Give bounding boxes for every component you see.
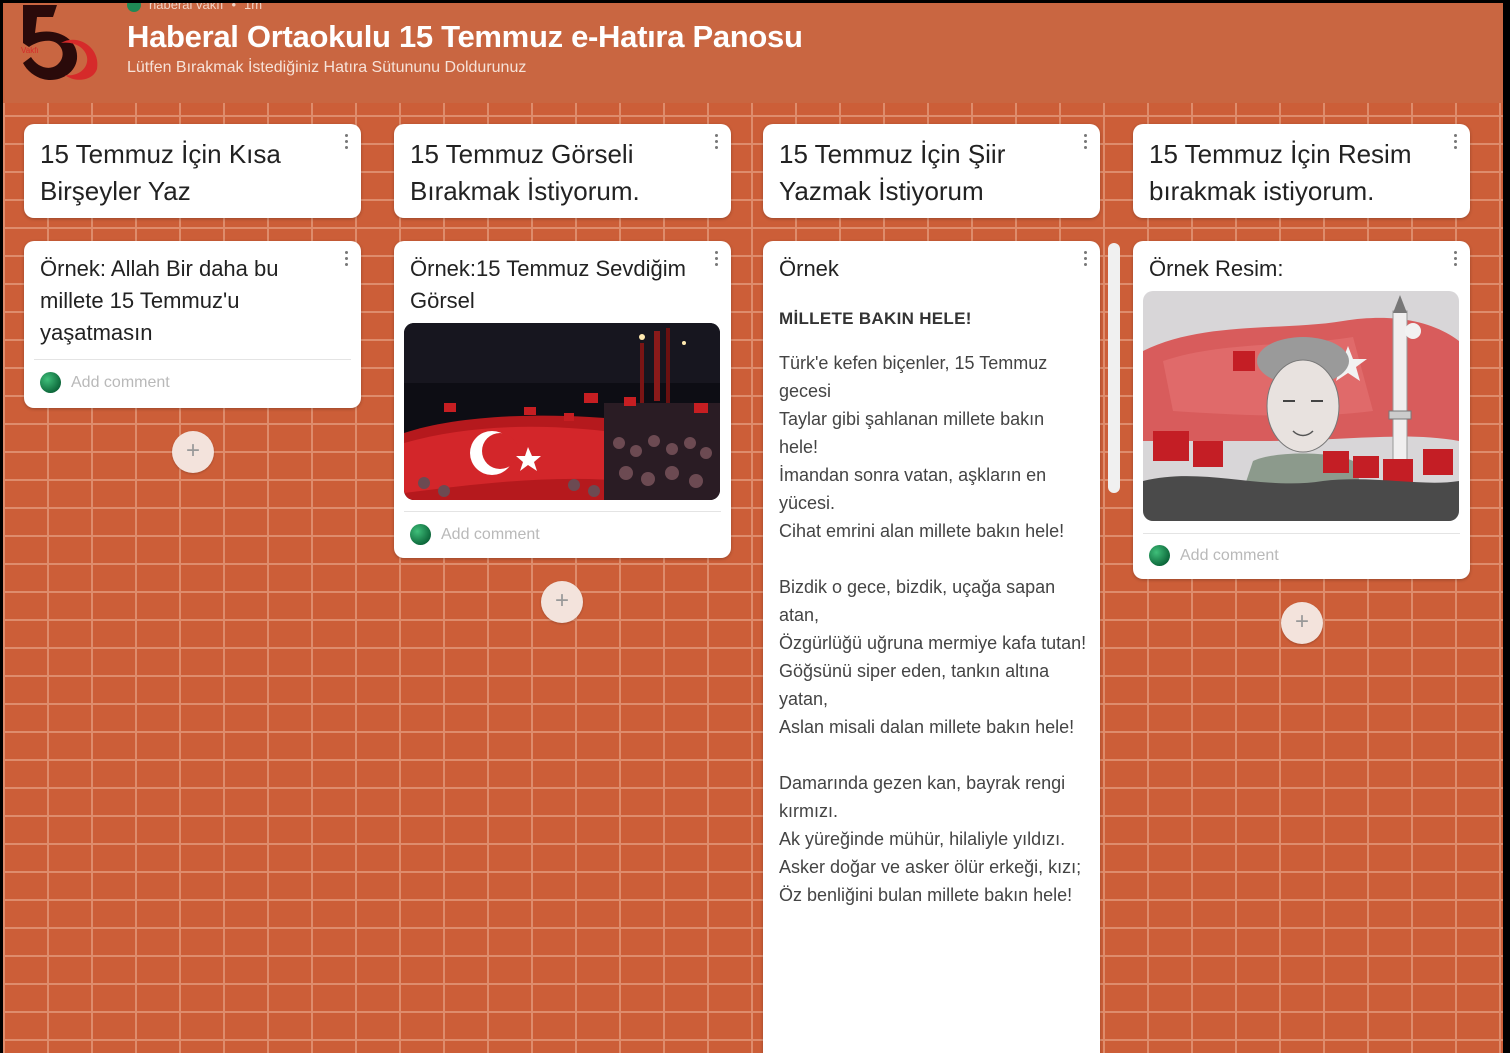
post-title: Örnek — [779, 256, 839, 281]
poem-line: Özgürlüğü uğruna mermiye kafa tutan! — [779, 633, 1087, 653]
user-avatar — [40, 372, 61, 393]
add-comment-field[interactable]: Add comment — [410, 524, 540, 545]
column-menu-icon[interactable] — [345, 134, 349, 152]
poem-line: Aslan misali dalan millete bakın hele! — [779, 717, 1075, 737]
column-menu-icon[interactable] — [715, 134, 719, 152]
column-header-short-text[interactable]: 15 Temmuz İçin Kısa Birşeyler Yaz — [24, 124, 361, 218]
post-menu-icon[interactable] — [1454, 251, 1458, 269]
soldier-drawing-image — [1143, 291, 1459, 521]
divider — [404, 511, 721, 512]
poem-line: Taylar gibi şahlanan millete bakın hele! — [779, 409, 1045, 457]
haberal-logo-icon: Vakfı — [21, 5, 98, 81]
flag-crowd-image — [404, 323, 720, 500]
post-card-poem[interactable]: Örnek MİLLETE BAKIN HELE! Türk'e kefen b… — [763, 241, 1100, 1053]
column-title: 15 Temmuz Görseli Bırakmak İstiyorum. — [410, 139, 640, 206]
column-header-drawing[interactable]: 15 Temmuz İçin Resim bırakmak istiyorum. — [1133, 124, 1470, 218]
poem-line: Türk'e kefen biçenler, 15 Temmuz gecesi — [779, 353, 1048, 401]
poem-line: Cihat emrini alan millete bakın hele! — [779, 521, 1065, 541]
column-title: 15 Temmuz İçin Resim bırakmak istiyorum. — [1149, 139, 1412, 206]
poem-line: Asker doğar ve asker ölür erkeği, kızı; — [779, 857, 1082, 877]
column-header-image[interactable]: 15 Temmuz Görseli Bırakmak İstiyorum. — [394, 124, 731, 218]
post-title: Örnek: Allah Bir daha bu millete 15 Temm… — [40, 256, 279, 345]
poem-line — [779, 545, 1088, 573]
post-time: 1m — [244, 3, 263, 12]
board-title: Haberal Ortaokulu 15 Temmuz e-Hatıra Pan… — [127, 19, 803, 54]
user-avatar — [410, 524, 431, 545]
board-header: Vakfı haberal vakfı • 1m Haberal Ortaoku… — [3, 3, 1503, 103]
post-menu-icon[interactable] — [345, 251, 349, 269]
post-title: Örnek Resim: — [1149, 256, 1284, 281]
post-menu-icon[interactable] — [715, 251, 719, 269]
add-post-button[interactable]: + — [172, 431, 214, 473]
author-avatar — [127, 3, 141, 12]
post-image-flag-crowd[interactable] — [404, 323, 720, 500]
post-menu-icon[interactable] — [1084, 251, 1088, 269]
add-comment-field[interactable]: Add comment — [1149, 545, 1279, 566]
poem-line: Öz benliğini bulan millete bakın hele! — [779, 885, 1073, 905]
add-comment-field[interactable]: Add comment — [40, 372, 170, 393]
poem-line: Ak yüreğinde mühür, hilaliyle yıldızı. — [779, 829, 1066, 849]
post-image-soldier-drawing[interactable] — [1143, 291, 1459, 521]
board-subtitle: Lütfen Bırakmak İstediğiniz Hatıra Sütun… — [127, 59, 527, 76]
poem-title: MİLLETE BAKIN HELE! — [779, 309, 972, 328]
svg-text:Vakfı: Vakfı — [21, 46, 39, 55]
add-post-button[interactable]: + — [1281, 602, 1323, 644]
post-card[interactable]: Örnek: Allah Bir daha bu millete 15 Temm… — [24, 241, 361, 408]
divider — [1143, 533, 1460, 534]
poem-line: Bizdik o gece, bizdik, uçağa sapan atan, — [779, 577, 1056, 625]
user-avatar — [1149, 545, 1170, 566]
add-comment-placeholder: Add comment — [441, 525, 540, 543]
padlet-board: Vakfı haberal vakfı • 1m Haberal Ortaoku… — [3, 3, 1503, 1053]
divider — [34, 359, 351, 360]
poem-body: Türk'e kefen biçenler, 15 Temmuz gecesi T… — [779, 349, 1088, 909]
post-card[interactable]: Örnek:15 Temmuz Sevdiğim Görsel Add comm… — [394, 241, 731, 558]
author-name: haberal vakfı — [149, 3, 224, 12]
post-card[interactable]: Örnek Resim: Add comment — [1133, 241, 1470, 579]
column-menu-icon[interactable] — [1454, 134, 1458, 152]
column-title: 15 Temmuz İçin Kısa Birşeyler Yaz — [40, 139, 281, 206]
separator-dot: • — [231, 3, 236, 12]
column-title: 15 Temmuz İçin Şiir Yazmak İstiyorum — [779, 139, 1006, 206]
column-header-poem[interactable]: 15 Temmuz İçin Şiir Yazmak İstiyorum — [763, 124, 1100, 218]
poem-line — [779, 741, 1088, 769]
column-scrollbar[interactable] — [1108, 243, 1120, 493]
author-row: haberal vakfı • 1m — [127, 3, 262, 12]
poem-line: İmandan sonra vatan, aşkların en yücesi. — [779, 465, 1047, 513]
post-title: Örnek:15 Temmuz Sevdiğim Görsel — [410, 256, 686, 313]
add-post-button[interactable]: + — [541, 581, 583, 623]
poem-line: Göğsünü siper eden, tankın altına yatan, — [779, 661, 1050, 709]
column-menu-icon[interactable] — [1084, 134, 1088, 152]
add-comment-placeholder: Add comment — [71, 373, 170, 391]
poem-line: Damarında gezen kan, bayrak rengi kırmız… — [779, 773, 1066, 821]
add-comment-placeholder: Add comment — [1180, 546, 1279, 564]
